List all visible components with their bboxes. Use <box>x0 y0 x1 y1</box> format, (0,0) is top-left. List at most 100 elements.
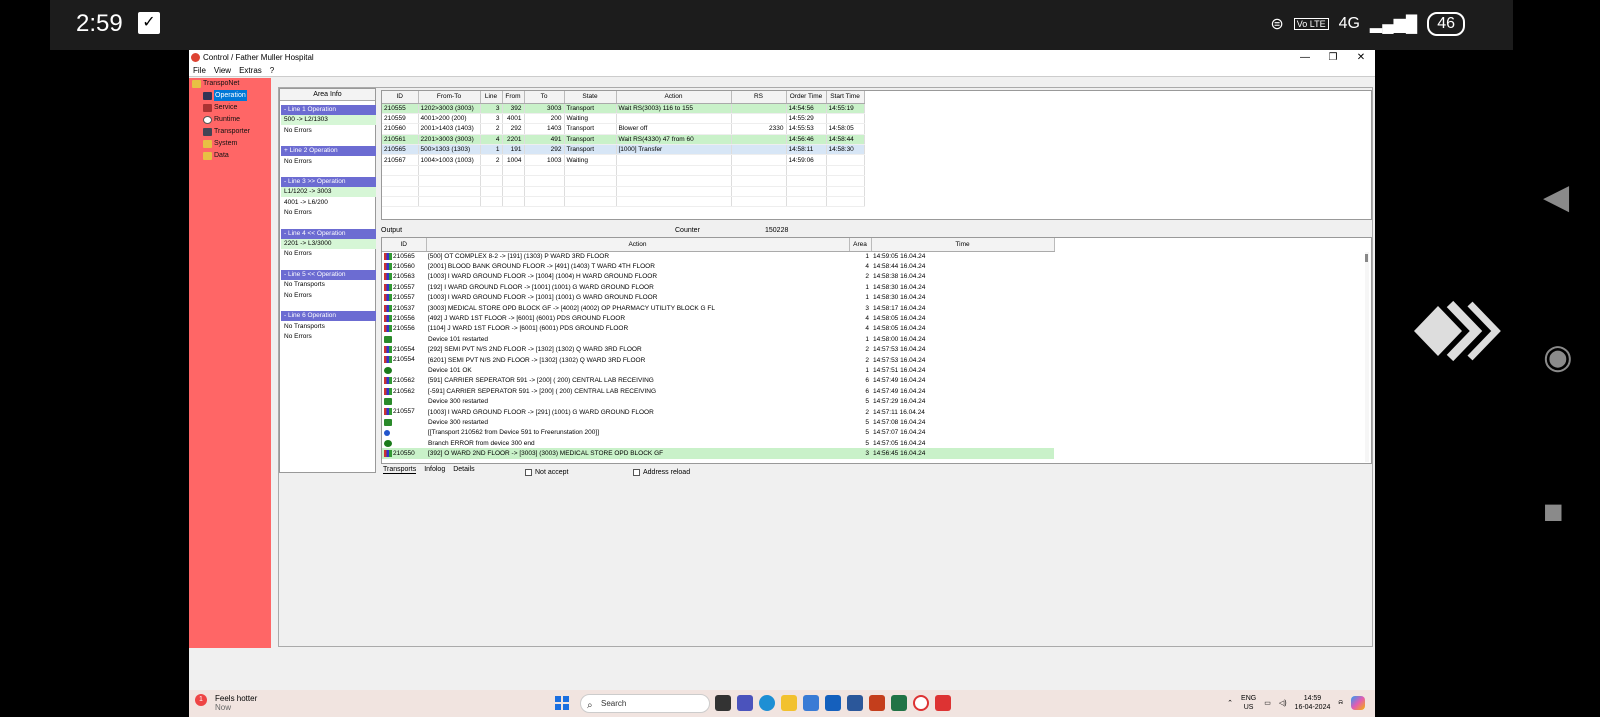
log-row[interactable]: 210554 [6201] SEMI PVT N/S 2ND FLOOR -> [… <box>382 355 1054 365</box>
menu-extras[interactable]: Extras <box>239 65 262 76</box>
transport-row[interactable]: 210560 2001>1403 (1403) 2 292 1403 Transport B… <box>382 123 865 135</box>
excel-icon[interactable] <box>891 695 907 711</box>
menu-view[interactable]: View <box>214 65 231 76</box>
home-icon[interactable]: ◉ <box>1543 340 1573 374</box>
log-row[interactable]: Device 300 restarted 5 14:57:29 16.04.24 <box>382 396 1054 406</box>
column-header[interactable]: From <box>502 91 525 104</box>
tree-item-data[interactable]: Data <box>203 150 229 161</box>
column-header[interactable]: From-To <box>418 91 481 104</box>
column-header[interactable]: To <box>524 91 565 104</box>
bell-icon[interactable]: ⍾ <box>1338 699 1343 707</box>
line-header-5[interactable]: - Line 5 << Operation <box>281 270 376 280</box>
log-row[interactable]: 210557 [1003] I WARD GROUND FLOOR -> [291… <box>382 407 1054 417</box>
task-view-icon[interactable] <box>715 695 731 711</box>
table-cell <box>382 196 419 208</box>
minimize-button[interactable]: — <box>1291 50 1319 65</box>
empty-row <box>382 196 865 208</box>
address-reload-checkbox[interactable]: Address reload <box>633 469 690 476</box>
taskbar-search[interactable]: ⌕ Search <box>580 694 710 713</box>
tab-details[interactable]: Details <box>453 466 474 474</box>
windows-start-icon[interactable] <box>555 696 569 710</box>
tree-item-transporter[interactable]: Transporter <box>203 126 250 137</box>
tab-infolog[interactable]: Infolog <box>424 466 445 474</box>
column-header[interactable]: Line <box>480 91 503 104</box>
tab-transports[interactable]: Transports <box>383 466 417 474</box>
copilot-icon[interactable] <box>1351 696 1365 710</box>
transport-row[interactable]: 210555 1202>3003 (3003) 3 392 3003 Transport W… <box>382 103 865 114</box>
not-accept-checkbox[interactable]: Not accept <box>525 469 568 476</box>
log-area: 6 <box>865 387 869 395</box>
line-header-4[interactable]: - Line 4 << Operation <box>281 229 376 239</box>
log-row[interactable]: [[Transport 210562 from Device 591 to Fr… <box>382 428 1054 438</box>
mail-icon[interactable] <box>825 695 841 711</box>
column-header[interactable]: ID <box>382 91 419 104</box>
powerpoint-icon[interactable] <box>869 695 885 711</box>
column-header[interactable]: State <box>564 91 617 104</box>
log-action: Device 101 restarted <box>428 335 488 343</box>
volume-icon[interactable]: ◁) <box>1279 699 1287 707</box>
table-cell: 14:55:19 <box>826 103 865 114</box>
log-row[interactable]: 210560 [2001] BLOOD BANK GROUND FLOOR -> … <box>382 261 1054 271</box>
log-row[interactable]: 210562 [-591] CARRIER SEPERATOR 591 -> [2… <box>382 386 1054 396</box>
transport-row[interactable]: 210567 1004>1003 (1003) 2 1004 1003 Waiting 14… <box>382 154 865 166</box>
menu-help[interactable]: ? <box>270 65 274 76</box>
weather-widget[interactable]: 1 Feels hotter Now <box>195 694 257 712</box>
close-button[interactable]: ✕ <box>1347 50 1375 65</box>
tree-item-operation[interactable]: Operation <box>203 90 247 101</box>
line-header-1[interactable]: - Line 1 Operation <box>281 105 376 115</box>
log-row[interactable]: Device 101 restarted 1 14:58:00 16.04.24 <box>382 334 1054 344</box>
tree-item-system[interactable]: System <box>203 138 237 149</box>
log-row[interactable]: 210556 [492] J WARD 1ST FLOOR -> [6001] (… <box>382 313 1054 323</box>
log-row[interactable]: 210557 [192] I WARD GROUND FLOOR -> [1001… <box>382 282 1054 292</box>
log-row[interactable]: Device 300 restarted 5 14:57:08 16.04.24 <box>382 417 1054 427</box>
table-cell: 210560 <box>382 123 419 135</box>
log-row[interactable]: 210556 [1104] J WARD 1ST FLOOR -> [6001] … <box>382 324 1054 334</box>
column-header[interactable]: ID <box>382 238 427 252</box>
transport-row[interactable]: 210565 500>1303 (1303) 1 191 292 Transport [10… <box>382 144 865 156</box>
status-time: 2:59 <box>76 10 123 37</box>
log-row[interactable]: 210565 [500] OT COMPLEX 8-2 -> [191] (130… <box>382 251 1054 261</box>
tree-item-runtime[interactable]: Runtime <box>203 114 240 125</box>
menu-file[interactable]: File <box>193 65 206 76</box>
store-icon[interactable] <box>803 695 819 711</box>
column-header[interactable]: Action <box>426 238 850 252</box>
line-header-3[interactable]: - Line 3 >> Operation <box>281 177 376 187</box>
log-row[interactable]: 210537 [3003] MEDICAL STORE OPD BLOCK GF … <box>382 303 1054 313</box>
transponet-app-icon[interactable] <box>913 695 929 711</box>
back-icon[interactable]: ◀ <box>1543 180 1569 214</box>
line-header-2[interactable]: + Line 2 Operation <box>281 146 376 156</box>
line-header-6[interactable]: - Line 6 Operation <box>281 311 376 321</box>
tree-item-transponet[interactable]: TranspoNet <box>192 78 239 89</box>
tree-item-service[interactable]: Service <box>203 102 237 113</box>
transport-row[interactable]: 210559 4001>200 (200) 3 4001 200 Waiting 14:55… <box>382 113 865 125</box>
clock[interactable]: 14:59 16-04-2024 <box>1295 694 1331 712</box>
column-header[interactable]: Area <box>849 238 872 252</box>
log-row[interactable]: Branch ERROR from device 300 end 5 14:57:0… <box>382 438 1054 448</box>
edge-icon[interactable] <box>759 695 775 711</box>
log-row[interactable]: 210557 [1003] I WARD GROUND FLOOR -> [100… <box>382 293 1054 303</box>
language-indicator[interactable]: ENG US <box>1241 694 1256 712</box>
table-cell <box>786 186 827 198</box>
log-id-cell: 210565 <box>382 251 426 261</box>
word-icon[interactable] <box>847 695 863 711</box>
log-row[interactable]: 210563 [1003] I WARD GROUND FLOOR -> [100… <box>382 272 1054 282</box>
log-row[interactable]: 210562 [591] CARRIER SEPERATOR 591 -> [20… <box>382 376 1054 386</box>
column-header[interactable]: Action <box>616 91 732 104</box>
log-row[interactable]: 210550 [392] O WARD 2ND FLOOR -> [3003] (… <box>382 448 1054 459</box>
chevron-up-icon[interactable]: ⌃ <box>1227 699 1233 707</box>
log-row[interactable]: 210554 [292] SEMI PVT N/S 2ND FLOOR -> [1… <box>382 345 1054 355</box>
table-cell <box>731 144 787 156</box>
transport-row[interactable]: 210561 2201>3003 (3003) 4 2201 491 Transport W… <box>382 134 865 146</box>
log-row[interactable]: Device 101 OK 1 14:57:51 16.04.24 <box>382 365 1054 375</box>
vertical-scrollbar[interactable] <box>1365 252 1369 462</box>
column-header[interactable]: Start Time <box>826 91 865 104</box>
maximize-button[interactable]: ❐ <box>1319 50 1347 65</box>
column-header[interactable]: Time <box>871 238 1055 252</box>
recents-icon[interactable]: ■ <box>1543 495 1564 529</box>
column-header[interactable]: RS <box>731 91 787 104</box>
file-explorer-icon[interactable] <box>781 695 797 711</box>
column-header[interactable]: Order Time <box>786 91 827 104</box>
teams-icon[interactable] <box>737 695 753 711</box>
anydesk-icon[interactable] <box>935 695 951 711</box>
display-icon[interactable]: ▭ <box>1264 699 1271 707</box>
